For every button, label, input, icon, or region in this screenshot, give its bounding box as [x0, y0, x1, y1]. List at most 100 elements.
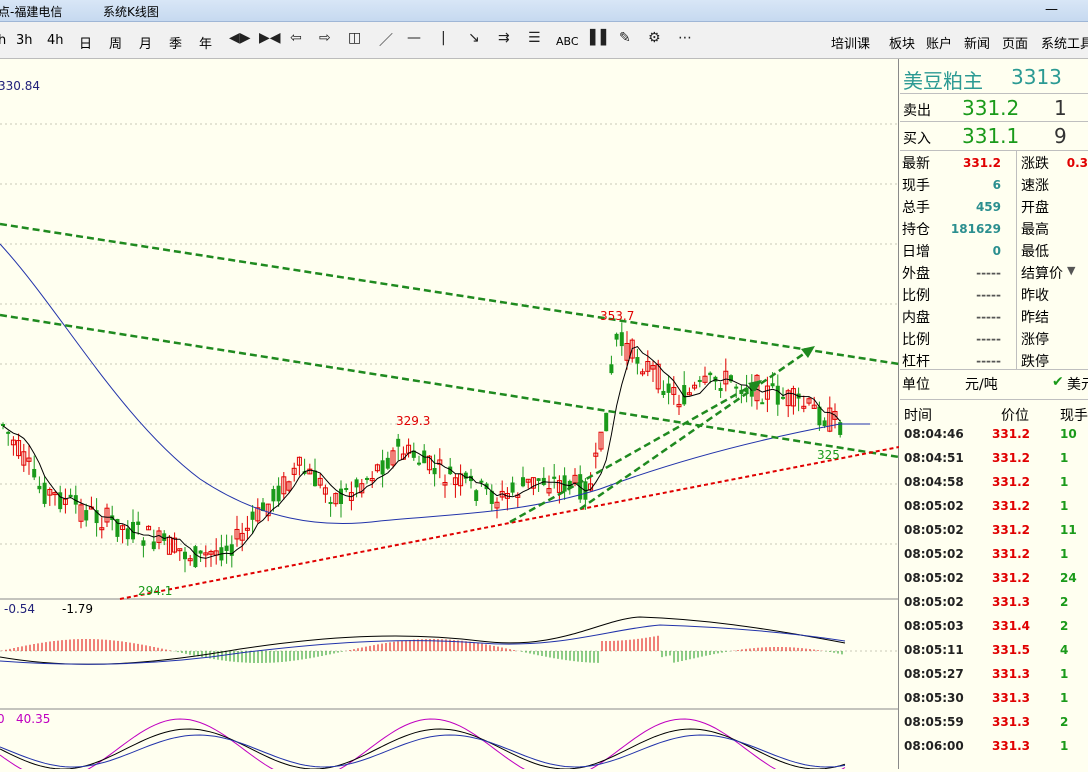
kdj-value-2: 40.35	[16, 712, 50, 726]
trade-row[interactable]: 08:05:02 331.3 2	[900, 591, 1088, 615]
menu-system-tools[interactable]: 系统工具	[1041, 33, 1088, 52]
draw-line-icon[interactable]: ／	[379, 30, 393, 50]
fibonacci-icon[interactable]: ☰	[528, 30, 541, 46]
trade-volume: 1	[1060, 451, 1069, 465]
candle-body	[760, 402, 765, 405]
trade-row[interactable]: 08:05:27 331.3 1	[900, 663, 1088, 687]
candle-body	[276, 485, 281, 502]
trend-lines	[0, 222, 900, 600]
horizontal-line-icon[interactable]: —	[407, 30, 421, 46]
trade-time: 08:04:51	[904, 451, 964, 465]
menu-sector[interactable]: 板块	[889, 33, 915, 52]
dropdown-arrow-icon[interactable]: ▼	[1067, 264, 1075, 277]
candle-body	[162, 533, 167, 541]
move-right-icon[interactable]: ⇨	[319, 30, 331, 46]
candle-body	[510, 482, 515, 493]
high-annotation: 353.7	[600, 309, 634, 323]
trade-volume: 2	[1060, 595, 1069, 609]
pen-icon[interactable]: ✎	[619, 30, 631, 46]
trade-row[interactable]: 08:05:59 331.3 2	[900, 711, 1088, 735]
more-icon[interactable]: ⋯	[678, 30, 692, 46]
title-bar: 点-福建电信 系统K线图 —	[0, 0, 1088, 22]
candle-body	[328, 502, 333, 505]
period-quarter-button[interactable]: 季	[169, 33, 182, 52]
trade-row[interactable]: 08:04:58 331.2 1	[900, 471, 1088, 495]
trades-header-price: 价位	[1001, 408, 1029, 424]
stat-value: -----	[976, 310, 1001, 324]
layout-icon[interactable]: ◫	[348, 30, 361, 46]
window-title: 点-福建电信	[0, 5, 63, 19]
trade-price: 331.3	[992, 667, 1030, 681]
candle-body	[417, 462, 421, 465]
candle-body	[42, 482, 47, 504]
bid-price: 331.1	[962, 124, 1020, 148]
candle-body	[313, 470, 317, 487]
candle-body	[697, 379, 702, 382]
ask-row[interactable]: 卖出 331.2 1	[900, 93, 1088, 121]
stat-label: 现手	[902, 178, 930, 194]
period-year-button[interactable]: 年	[199, 33, 212, 52]
candle-body	[198, 550, 203, 554]
candle-body	[354, 479, 359, 488]
menu-page[interactable]: 页面	[1002, 33, 1028, 52]
trade-time: 08:04:46	[904, 427, 964, 441]
trade-row[interactable]: 08:05:02 331.2 11	[900, 519, 1088, 543]
bid-row[interactable]: 买入 331.1 9	[900, 121, 1088, 151]
ray-icon[interactable]: ↘	[468, 30, 480, 46]
move-left-icon[interactable]: ⇦	[290, 30, 302, 46]
candle-body	[734, 386, 739, 389]
candle-body	[365, 477, 369, 480]
trade-row[interactable]: 08:05:02 331.2 24	[900, 567, 1088, 591]
stat-label: 日增	[902, 244, 930, 260]
kline-chart-panel[interactable]: 330.84 353.7 329.3 294.1 325 -0.54 -1.79…	[0, 59, 900, 772]
candle-body	[136, 521, 141, 525]
kline-chart[interactable]: 330.84 353.7 329.3 294.1 325 -0.54 -1.79…	[0, 59, 900, 772]
trade-volume: 1	[1060, 691, 1069, 705]
trade-row[interactable]: 08:05:30 331.3 1	[900, 687, 1088, 711]
menu-news[interactable]: 新闻	[964, 33, 990, 52]
candle-body	[151, 541, 156, 550]
period-3h-button[interactable]: 3h	[16, 33, 33, 48]
zoom-out-icon[interactable]: ▶◀	[259, 30, 281, 46]
peak-annotation: 329.3	[396, 414, 430, 428]
period-week-button[interactable]: 周	[109, 33, 122, 52]
bars-icon[interactable]: ▌▌	[590, 30, 612, 46]
currency-label[interactable]: 美元	[1067, 374, 1088, 394]
instrument-name: 美豆粕主	[903, 69, 983, 93]
arrow-head	[801, 346, 815, 358]
text-tool-button[interactable]: ABC	[556, 35, 579, 48]
period-h-button[interactable]: h	[0, 33, 6, 48]
unit-label: 单位	[902, 377, 930, 393]
stat-label-right: 开盘	[1021, 200, 1049, 216]
menu-account[interactable]: 账户	[926, 33, 952, 52]
period-day-button[interactable]: 日	[79, 33, 92, 52]
trade-row[interactable]: 08:05:11 331.5 4	[900, 639, 1088, 663]
vertical-line-icon[interactable]: |	[441, 30, 446, 46]
chart-window-title: 系统K线图	[103, 5, 159, 19]
trade-row[interactable]: 08:04:46 331.2 10	[900, 423, 1088, 447]
trade-time: 08:05:30	[904, 691, 964, 705]
zoom-in-icon[interactable]: ◀▶	[229, 30, 251, 46]
menu-training[interactable]: 培训课	[831, 33, 870, 52]
trade-row[interactable]: 08:06:00 331.3 1	[900, 735, 1088, 759]
stat-label-right: 最低	[1021, 244, 1049, 260]
period-month-button[interactable]: 月	[139, 33, 152, 52]
trade-volume: 1	[1060, 547, 1069, 561]
trade-row[interactable]: 08:05:02 331.2 1	[900, 495, 1088, 519]
currency-check-icon[interactable]: ✔	[1052, 374, 1064, 390]
trade-row[interactable]: 08:05:03 331.4 2	[900, 615, 1088, 639]
trade-volume: 11	[1060, 523, 1077, 537]
candle-body	[141, 540, 146, 546]
kdj-panel	[0, 718, 846, 772]
ask-label: 卖出	[903, 103, 931, 119]
trade-price: 331.3	[992, 715, 1030, 729]
trade-row[interactable]: 08:04:51 331.2 1	[900, 447, 1088, 471]
candle-body	[708, 372, 713, 376]
trade-row[interactable]: 08:05:02 331.2 1	[900, 543, 1088, 567]
period-4h-button[interactable]: 4h	[47, 33, 64, 48]
settings-lines-icon[interactable]: ⚙	[648, 30, 661, 46]
minimize-icon[interactable]: —	[1045, 2, 1058, 17]
trade-price: 331.3	[992, 739, 1030, 753]
kdj-d-line	[0, 734, 846, 768]
parallel-lines-icon[interactable]: ⇉	[498, 30, 510, 46]
